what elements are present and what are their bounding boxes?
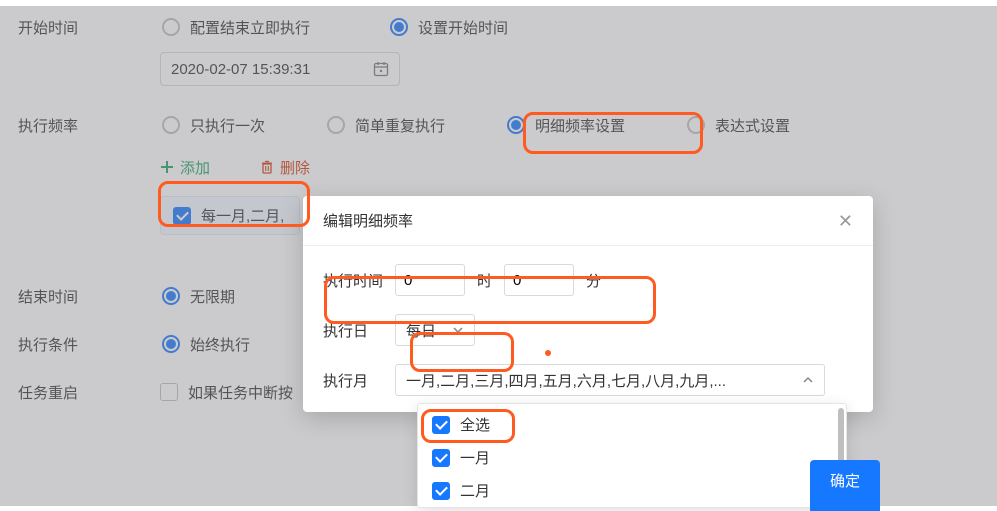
exec-month-value: 一月,二月,三月,四月,五月,六月,七月,八月,九月,... [406,370,794,391]
add-button[interactable]: 添加 [160,157,210,178]
modal-close-button[interactable]: ✕ [838,212,853,230]
restart-checkbox-label: 如果任务中断按 [188,382,293,403]
plus-icon [160,160,174,174]
radio-freq-expr[interactable]: 表达式设置 [685,111,792,140]
restart-checkbox[interactable]: 如果任务中断按 [160,382,293,403]
chevron-down-icon [452,324,464,336]
start-time-label: 开始时间 [0,17,160,38]
hour-input[interactable] [395,264,465,296]
start-datetime-input[interactable]: 2020-02-07 15:39:31 [160,52,400,86]
radio-circle-icon [507,116,525,134]
radio-start-set-label: 设置开始时间 [418,17,508,38]
hour-unit: 时 [477,270,492,291]
radio-freq-simple[interactable]: 简单重复执行 [325,111,447,140]
trash-icon [260,160,274,174]
checkbox-icon [432,482,450,500]
modal-title: 编辑明细频率 [323,210,413,231]
freq-selected-item[interactable]: 每一月,二月, [160,196,300,235]
radio-freq-once-label: 只执行一次 [190,115,265,136]
radio-start-set[interactable]: 设置开始时间 [388,13,510,42]
annotation-dot [545,350,551,356]
dropdown-item-select-all[interactable]: 全选 [418,408,846,441]
dropdown-item-month-2[interactable]: 二月 [418,474,846,507]
delete-button[interactable]: 删除 [260,157,310,178]
radio-end-unlimited[interactable]: 无限期 [160,282,237,311]
radio-freq-simple-label: 简单重复执行 [355,115,445,136]
checkbox-icon [173,207,191,225]
condition-label: 执行条件 [0,334,160,355]
radio-freq-expr-label: 表达式设置 [715,115,790,136]
month-dropdown: 全选 一月 二月 [417,403,847,508]
radio-circle-icon [162,18,180,36]
radio-freq-once[interactable]: 只执行一次 [160,111,267,140]
radio-circle-icon [162,287,180,305]
exec-day-value: 每日 [406,320,436,341]
minute-input[interactable] [504,264,574,296]
freq-item-summary: 每一月,二月, [201,205,284,226]
month-1-label: 一月 [460,447,490,468]
radio-cond-always[interactable]: 始终执行 [160,330,252,359]
radio-end-unlimited-label: 无限期 [190,286,235,307]
radio-freq-detail-label: 明细频率设置 [535,115,625,136]
radio-circle-icon [390,18,408,36]
exec-day-select[interactable]: 每日 [395,314,475,346]
exec-day-label: 执行日 [323,320,383,341]
radio-start-immediate-label: 配置结束立即执行 [190,17,310,38]
frequency-label: 执行频率 [0,115,160,136]
calendar-icon [373,61,389,77]
month-2-checkbox[interactable] [432,482,450,500]
month-2-label: 二月 [460,480,490,501]
freq-item-checkbox[interactable] [173,207,191,225]
exec-month-label: 执行月 [323,370,383,391]
close-icon: ✕ [838,211,853,231]
checkbox-icon [160,383,178,401]
select-all-checkbox[interactable] [432,416,450,434]
start-datetime-value: 2020-02-07 15:39:31 [171,61,310,78]
month-1-checkbox[interactable] [432,449,450,467]
select-all-label: 全选 [460,414,490,435]
radio-freq-detail[interactable]: 明细频率设置 [505,111,627,140]
radio-start-immediate[interactable]: 配置结束立即执行 [160,13,312,42]
edit-frequency-modal: 编辑明细频率 ✕ 执行时间 时 分 执行日 每日 执行月 一月,二月,三月,四月… [303,196,873,412]
minute-unit: 分 [586,270,601,291]
chevron-up-icon [802,374,814,386]
dropdown-scrollbar[interactable] [838,408,844,462]
end-time-label: 结束时间 [0,286,160,307]
ok-button[interactable]: 确定 [810,460,880,511]
exec-month-select[interactable]: 一月,二月,三月,四月,五月,六月,七月,八月,九月,... [395,364,825,396]
radio-cond-always-label: 始终执行 [190,334,250,355]
restart-label: 任务重启 [0,382,160,403]
delete-label: 删除 [280,157,310,178]
radio-circle-icon [327,116,345,134]
radio-circle-icon [687,116,705,134]
checkbox-icon [432,416,450,434]
radio-circle-icon [162,116,180,134]
radio-circle-icon [162,335,180,353]
dropdown-item-month-1[interactable]: 一月 [418,441,846,474]
checkbox-icon [432,449,450,467]
add-label: 添加 [180,157,210,178]
exec-time-label: 执行时间 [323,270,383,291]
